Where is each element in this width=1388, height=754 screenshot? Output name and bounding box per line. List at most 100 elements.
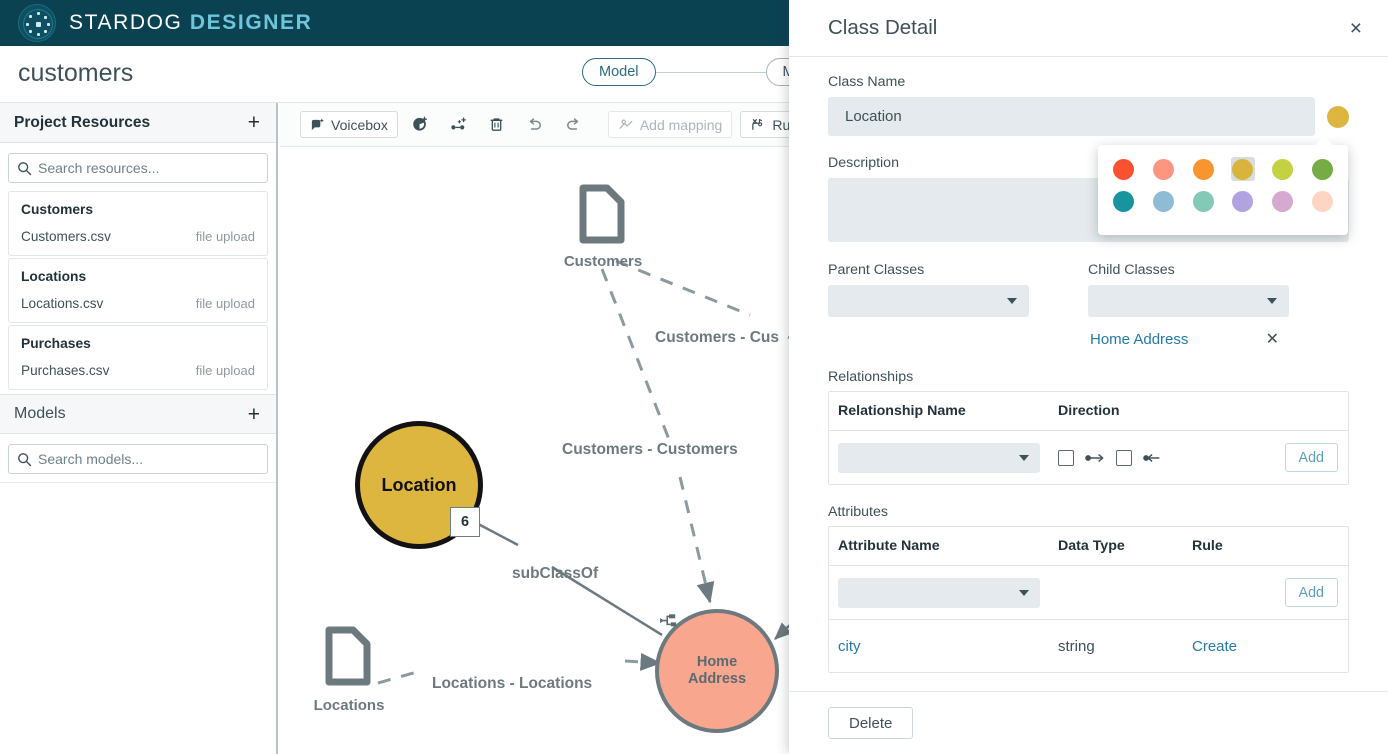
color-swatch-1-4[interactable] (1271, 157, 1295, 181)
search-resources-input[interactable] (38, 160, 267, 176)
color-swatch-2-5[interactable] (1310, 189, 1334, 213)
relationship-add-row: Add (829, 431, 1348, 484)
relationship-name-select[interactable] (838, 442, 1040, 473)
color-swatch-1-3[interactable] (1231, 157, 1255, 181)
edge-label-subclassof: subClassOf (512, 565, 599, 582)
delete-button[interactable]: Delete (828, 707, 914, 739)
add-model-button[interactable]: + (246, 404, 262, 425)
direction-incoming-checkbox[interactable] (1116, 449, 1132, 466)
parent-classes-group: Parent Classes (828, 262, 1029, 349)
tab-model[interactable]: Model (582, 58, 656, 86)
close-icon[interactable]: × (1350, 18, 1362, 39)
add-mapping-button[interactable]: Add mapping (607, 111, 733, 138)
attributes-table: Attribute Name Data Type Rule Add city s… (828, 526, 1349, 673)
parent-classes-select[interactable] (828, 285, 1029, 317)
color-swatch-1-1[interactable] (1152, 157, 1176, 181)
parent-classes-label: Parent Classes (828, 262, 925, 278)
arrow-right-icon (1085, 453, 1104, 462)
brand-primary: STARDOG (69, 11, 183, 34)
chevron-down-icon (1019, 454, 1029, 461)
data-source-label-locations: Locations (313, 697, 385, 714)
color-swatch-dot (1153, 190, 1174, 212)
document-icon (325, 626, 371, 686)
models-title: Models (14, 405, 66, 422)
resource-source: file upload (195, 229, 255, 244)
class-color-swatch-button[interactable] (1327, 105, 1349, 128)
flow-connector (655, 71, 766, 73)
data-type-column-header: Data Type (1058, 538, 1125, 554)
add-class-icon[interactable] (406, 111, 436, 138)
redo-icon[interactable] (558, 111, 588, 138)
color-swatch-1-2[interactable] (1191, 157, 1215, 181)
class-detail-header: Class Detail × (789, 0, 1388, 57)
undo-icon[interactable] (520, 111, 550, 138)
relationships-label: Relationships (828, 369, 914, 385)
project-resources-title: Project Resources (14, 113, 151, 131)
color-swatch-1-5[interactable] (1310, 157, 1334, 181)
color-swatch-row-1 (1112, 157, 1334, 181)
table-row: city string Create (829, 619, 1348, 672)
add-attribute-button[interactable]: Add (1284, 578, 1338, 607)
project-resources-header: Project Resources + (0, 103, 276, 143)
color-swatch-dot (1232, 158, 1254, 180)
class-name-label: Class Name (828, 74, 906, 90)
child-classes-group: Child Classes Home Address ✕ (1088, 262, 1289, 349)
resource-name: Customers (21, 202, 94, 217)
class-node-home-address[interactable]: Home Address (655, 609, 779, 733)
child-classes-select[interactable] (1088, 285, 1289, 317)
color-swatch-2-2[interactable] (1191, 189, 1215, 213)
search-models-box[interactable] (8, 444, 268, 474)
color-swatch-row-2 (1112, 189, 1334, 213)
class-name-field-group: Class Name Location (828, 74, 1349, 136)
class-detail-title: Class Detail (828, 16, 938, 39)
color-swatch-2-0[interactable] (1112, 189, 1136, 213)
close-icon[interactable]: ✕ (1266, 329, 1279, 349)
attribute-rule-create-link[interactable]: Create (1192, 638, 1312, 655)
attribute-name-value[interactable]: city (838, 638, 1058, 655)
attribute-type-value: string (1058, 637, 1095, 655)
list-item[interactable]: Locations Locations.csv file upload (8, 258, 268, 323)
trash-icon[interactable] (482, 111, 512, 138)
child-class-chip-label[interactable]: Home Address (1090, 331, 1188, 348)
direction-controls (1058, 449, 1163, 466)
chevron-down-icon (1267, 298, 1277, 304)
add-mapping-label: Add mapping (639, 116, 723, 133)
class-node-badge-count: 6 (450, 507, 480, 537)
color-swatch-2-3[interactable] (1231, 189, 1255, 213)
color-swatch-dot (1311, 158, 1333, 180)
color-swatch-dot (1113, 158, 1135, 180)
search-models-input[interactable] (38, 451, 267, 467)
color-swatch-2-1[interactable] (1152, 189, 1176, 213)
attribute-name-select[interactable] (838, 577, 1040, 608)
color-swatch-2-4[interactable] (1271, 189, 1295, 213)
direction-outgoing-checkbox[interactable] (1058, 449, 1074, 466)
add-relationship-icon[interactable] (444, 111, 474, 138)
add-relationship-button[interactable]: Add (1284, 443, 1338, 472)
list-item[interactable]: Purchases Purchases.csv file upload (8, 325, 268, 390)
class-node-label-line2: Address (687, 671, 747, 687)
app-brand: STARDOG DESIGNER (69, 11, 312, 35)
attributes-table-header: Attribute Name Data Type Rule (829, 527, 1348, 566)
relationships-table-header: Relationship Name Direction (829, 392, 1348, 431)
attributes-label: Attributes (828, 504, 888, 520)
parent-child-classes-row: Parent Classes Child Classes Home Addres… (828, 262, 1349, 349)
resource-file: Purchases.csv (21, 363, 110, 378)
voicebox-button[interactable]: Voicebox (300, 111, 398, 138)
color-swatch-dot (1113, 190, 1135, 212)
left-sidebar: Project Resources + Customers Customers.… (0, 103, 278, 754)
edge-label-customers-cus: Customers - Cus (655, 329, 780, 346)
color-swatch-dot (1272, 158, 1294, 180)
class-name-input[interactable]: Location (828, 97, 1315, 136)
model-search-wrapper (0, 434, 276, 483)
relationships-table: Relationship Name Direction Add (828, 391, 1349, 485)
mapping-icon (619, 119, 633, 129)
list-item[interactable]: Customers Customers.csv file upload (8, 191, 268, 256)
relationships-section: Relationships Relationship Name Directio… (828, 369, 1349, 485)
color-swatch-1-0[interactable] (1112, 157, 1136, 181)
data-source-label-customers: Customers (563, 253, 643, 270)
search-resources-box[interactable] (8, 153, 268, 183)
chevron-down-icon (1007, 298, 1017, 304)
brand-secondary: DESIGNER (189, 11, 313, 34)
add-resource-button[interactable]: + (246, 112, 262, 133)
child-classes-label: Child Classes (1088, 262, 1175, 278)
